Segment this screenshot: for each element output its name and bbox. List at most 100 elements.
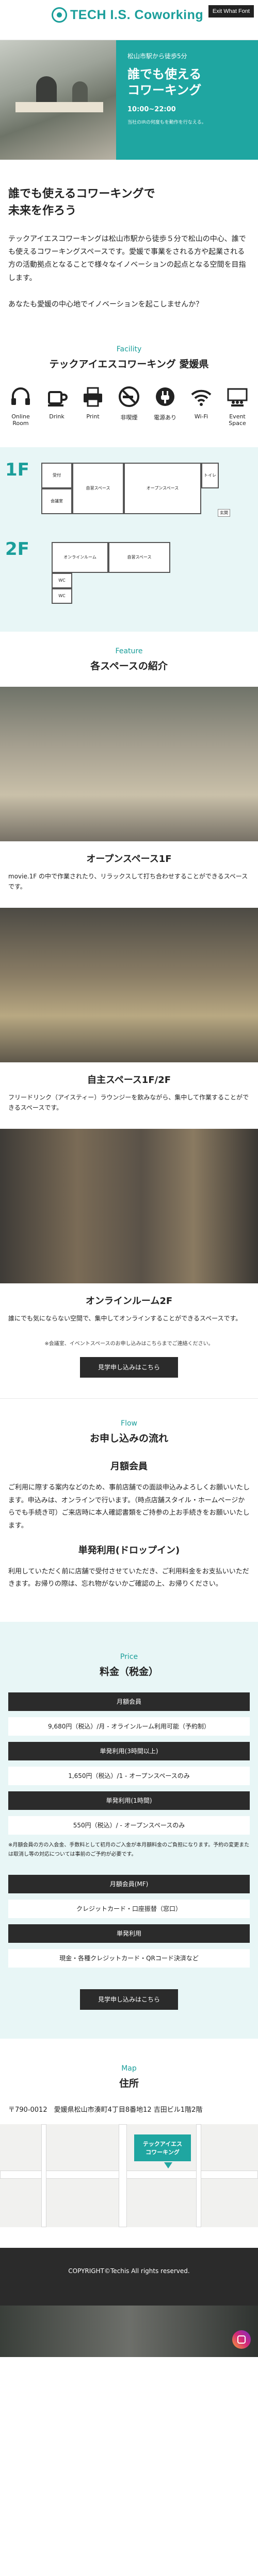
- map-pin-text: テックアイエス: [142, 2141, 183, 2148]
- price-note: ※月額会員の方の入会金、手数料として初月のご入金が本月額料金のご負担になります。…: [8, 1842, 250, 1858]
- facility-item: Online Room: [5, 385, 36, 427]
- floor-entrance-tag: 玄関: [218, 509, 230, 517]
- price-label: Price: [120, 1653, 138, 1662]
- map-pin-label: テックアイエス コワーキング: [134, 2134, 191, 2162]
- space-card: オープンスペース1F movie.1F の中で作業されたり、リラックスして打ち合…: [0, 686, 258, 892]
- floor-room: 自習スペース: [72, 462, 124, 514]
- visit-request-button[interactable]: 見学申し込みはこちら: [80, 1357, 178, 1378]
- price-header: 月額会員: [8, 1692, 250, 1711]
- facility-item-label: Drink: [49, 413, 64, 420]
- hero-photo-desk: [15, 102, 103, 112]
- floor-2-plan: オンラインルーム 自習スペース WC WC: [41, 537, 253, 604]
- area-map[interactable]: テックアイエス コワーキング: [0, 2124, 258, 2228]
- event-presentation-icon: [227, 388, 248, 406]
- wifi-icon: [191, 389, 212, 406]
- coffee-cup-icon: [48, 391, 68, 406]
- facility-item: 非喫煙: [114, 385, 144, 427]
- space-card: 自主スペース1F/2F フリードリンク（アイスティー）ラウンジーを飲みながら、集…: [0, 907, 258, 1113]
- map-pin-icon: [164, 2162, 172, 2169]
- hero-small-text: 当社のIRの何度もを動作を行なえる。: [127, 120, 206, 126]
- map-road: [196, 2124, 201, 2228]
- facility-item-label: 非喫煙: [120, 414, 138, 421]
- space-desc: フリードリンク（アイスティー）ラウンジーを飲みながら、集中して作業することができ…: [8, 1093, 249, 1112]
- floor-room: トイレ: [201, 462, 219, 488]
- footer-photo: [0, 2306, 258, 2358]
- floor-label: 1F: [5, 459, 29, 480]
- facility-item-label: 電源あり: [154, 414, 176, 421]
- price-row: 550円（税込）/ - オープンスペースのみ: [8, 1816, 250, 1835]
- floor-room: 会議室: [41, 488, 72, 514]
- price-row: 1,650円（税込）/1 - オープンスペースのみ: [8, 1767, 250, 1786]
- floor-room: 自習スペース: [108, 541, 170, 573]
- headset-icon: [11, 387, 30, 405]
- dropin-body: 利用していただく前に店舗で受付させていただき、ご利用料金をお支払いいただきます。…: [8, 1567, 249, 1588]
- logo-text: TECH I.S. Coworking: [70, 7, 204, 22]
- hero: 松山市駅から徒歩5分 誰でも使える コワーキング 10:00~22:00 当社の…: [0, 40, 258, 160]
- map-road: [119, 2124, 127, 2228]
- facility-item-label: Event Space: [229, 413, 246, 427]
- features-note: ※会議室、イベントスペースのお申し込みはこちらまでご連絡ください。: [44, 1341, 214, 1347]
- hero-hours: 10:00~22:00: [127, 106, 176, 114]
- facility-icon-grid: Online Room Drink Print 非喫煙 電源あり Wi-Fi E…: [0, 385, 258, 447]
- floor-label: 2F: [5, 538, 29, 560]
- flow-title: お申し込みの流れ: [89, 1432, 168, 1444]
- map-label: Map: [121, 2064, 137, 2073]
- floor-plans: 1F 受付 会議室 自習スペース オープンスペース トイレ 玄関 2F オンライ…: [0, 447, 258, 632]
- facility-item-label: Print: [86, 413, 100, 420]
- hero-headline: 誰でも使える コワーキング: [127, 66, 252, 98]
- no-smoking-icon: [119, 386, 139, 407]
- intro-title-line: 誰でも使えるコワーキングで: [8, 188, 155, 200]
- site-logo[interactable]: TECH I.S. Coworking: [52, 7, 203, 23]
- dropin-title: 単発利用(ドロップイン): [78, 1545, 180, 1556]
- space-photo: [0, 686, 258, 841]
- printer-icon: [84, 387, 102, 407]
- features-title: 各スペースの紹介: [90, 660, 168, 672]
- space-card: オンラインルーム2F 誰にでも気にならない空間で、集中してオンラインすることがで…: [0, 1128, 258, 1324]
- hero-panel: 松山市駅から徒歩5分 誰でも使える コワーキング 10:00~22:00 当社の…: [116, 40, 258, 160]
- features-label: Feature: [115, 647, 143, 655]
- power-plug-icon: [156, 387, 174, 406]
- floor-1-plan: 受付 会議室 自習スペース オープンスペース トイレ 玄関: [41, 457, 253, 524]
- payment-row: 現金・各種クレジットカード・QRコード決済など: [8, 1949, 250, 1968]
- floor-1: 1F 受付 会議室 自習スペース オープンスペース トイレ 玄関: [5, 457, 253, 524]
- hero-headline-line: コワーキング: [127, 83, 202, 98]
- facility-item: 電源あり: [150, 385, 181, 427]
- intro-section: 誰でも使えるコワーキングで 未来を作ろう テックアイエスコワーキングは松山市駅か…: [0, 160, 258, 345]
- payment-row: クレジットカード・口座振替（窓口）: [8, 1900, 250, 1919]
- hero-headline-line: 誰でも使える: [127, 67, 202, 81]
- hero-access-text: 松山市駅から徒歩5分: [127, 53, 187, 60]
- intro-title-line: 未来を作ろう: [8, 205, 77, 217]
- hero-photo: [0, 40, 116, 160]
- space-desc: movie.1F の中で作業されたり、リラックスして打ち合わせすることができるス…: [8, 872, 248, 891]
- facility-item: Event Space: [222, 385, 253, 427]
- floor-room: WC: [52, 588, 72, 604]
- what-font-exit-button[interactable]: Exit What Font: [208, 5, 254, 18]
- intro-question: あなたも愛媛の中心地でイノベーションを起こしませんか？: [8, 300, 203, 309]
- visit-request-button[interactable]: 見学申し込みはこちら: [80, 1989, 178, 2010]
- instagram-icon[interactable]: [232, 2330, 251, 2349]
- space-desc: 誰にでも気にならない空間で、集中してオンラインすることができるスペースです。: [8, 1314, 242, 1322]
- payment-header: 単発利用: [8, 1924, 250, 1943]
- map-section: Map 住所 〒790-0012 愛媛県松山市湊町4丁目8番地12 吉田ビル1階…: [0, 2039, 258, 2248]
- payment-header: 月額会員(MF): [8, 1875, 250, 1894]
- facility-title: テックアイエスコワーキング 愛媛県: [49, 358, 209, 370]
- map-pin-text: コワーキング: [146, 2149, 180, 2156]
- price-title: 料金（税金）: [99, 1666, 158, 1678]
- price-header: 単発利用(1時間): [8, 1791, 250, 1810]
- facility-item-label: Online Room: [11, 413, 30, 427]
- facility-item: Drink: [41, 385, 72, 427]
- floor-room: 受付: [41, 462, 72, 488]
- footer: COPYRIGHT©Techis All rights reserved.: [0, 2248, 258, 2306]
- space-photo: [0, 1128, 258, 1283]
- logo-mark-icon: [52, 7, 67, 23]
- map-road: [41, 2124, 46, 2228]
- floor-2: 2F オンラインルーム 自習スペース WC WC: [5, 537, 253, 604]
- copyright: COPYRIGHT©Techis All rights reserved.: [68, 2267, 190, 2275]
- facility-section: Facility テックアイエスコワーキング 愛媛県 Online Room D…: [0, 345, 258, 447]
- space-name: オンラインルーム2F: [85, 1295, 173, 1307]
- price-header: 単発利用(3時間以上): [8, 1742, 250, 1761]
- features-section: Feature 各スペースの紹介 オープンスペース1F movie.1F の中で…: [0, 632, 258, 1398]
- address: 〒790-0012 愛媛県松山市湊町4丁目8番地12 吉田ビル1階2階: [8, 2106, 203, 2114]
- floor-room: WC: [52, 572, 72, 588]
- intro-title: 誰でも使えるコワーキングで 未来を作ろう: [8, 185, 250, 219]
